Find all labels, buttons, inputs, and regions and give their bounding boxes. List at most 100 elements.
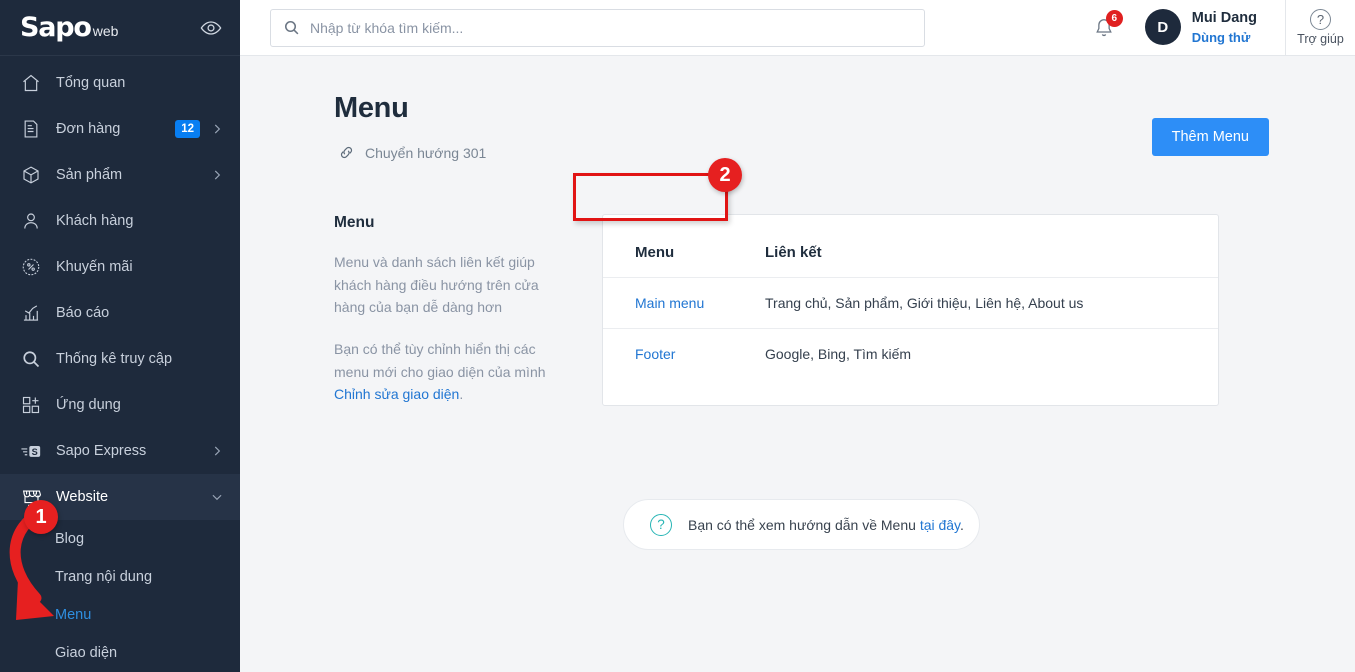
edit-theme-link[interactable]: Chỉnh sửa giao diện (334, 386, 459, 402)
avatar: D (1144, 9, 1181, 46)
user-icon (20, 210, 42, 232)
discount-icon (20, 256, 42, 278)
search-icon (283, 19, 300, 36)
table-cell-links: Trang chủ, Sản phẩm, Giới thiệu, Liên hệ… (765, 277, 1218, 329)
express-icon: S (20, 440, 42, 462)
sidebar-subitem-label: Blog (55, 531, 85, 547)
box-icon (20, 164, 42, 186)
notifications-button[interactable]: 6 (1093, 9, 1123, 39)
sidebar-item-label: Sản phẩm (56, 167, 123, 183)
notifications-count-badge: 6 (1105, 9, 1123, 27)
sidebar: Sapo web Tổng quan Đơn hàng 12 Sản phẩm … (0, 0, 240, 672)
bar-chart-icon (20, 302, 42, 324)
panel-description: Menu Menu và danh sách liên kết giúp khá… (334, 214, 602, 406)
menu-link-main-menu[interactable]: Main menu (635, 295, 704, 311)
apps-plus-icon (20, 394, 42, 416)
eye-icon[interactable] (200, 17, 222, 39)
table-header-menu: Menu (603, 215, 765, 278)
help-hint-text: Bạn có thể xem hướng dẫn về Menu tại đây… (688, 517, 964, 533)
sidebar-item-ung-dung[interactable]: Ứng dụng (0, 382, 240, 428)
help-hint-card: ? Bạn có thể xem hướng dẫn về Menu tại đ… (623, 499, 980, 550)
sidebar-item-label: Đơn hàng (56, 121, 121, 137)
sidebar-item-label: Tổng quan (56, 75, 126, 91)
table-cell-menu: Main menu (603, 277, 765, 329)
help-hint-link[interactable]: tại đây (920, 517, 960, 533)
redirect-301-label: Chuyển hướng 301 (365, 144, 487, 161)
page-content: Menu Chuyển hướng 301 Thêm Menu Menu Men… (240, 56, 1355, 672)
svg-text:S: S (32, 447, 38, 457)
menu-table: Menu Liên kết Main menu Trang chủ, Sản p… (603, 215, 1218, 379)
sidebar-subitem-menu[interactable]: Menu (0, 596, 240, 634)
sidebar-item-don-hang[interactable]: Đơn hàng 12 (0, 106, 240, 152)
sidebar-item-label: Ứng dụng (56, 397, 121, 413)
sidebar-subitem-label: Giao diện (55, 645, 118, 661)
chevron-right-icon (210, 444, 224, 458)
chevron-down-icon (210, 490, 224, 504)
help-button[interactable]: ? Trợ giúp (1285, 0, 1355, 56)
panel-paragraph-1: Menu và danh sách liên kết giúp khách hà… (334, 254, 539, 316)
brand-logo[interactable]: Sapo web (20, 14, 118, 41)
sidebar-item-label: Website (56, 489, 109, 505)
table-cell-links: Google, Bing, Tìm kiếm (765, 346, 912, 362)
sidebar-nav: Tổng quan Đơn hàng 12 Sản phẩm Khách hàn… (0, 56, 240, 672)
sidebar-item-khach-hang[interactable]: Khách hàng (0, 198, 240, 244)
sidebar-item-san-pham[interactable]: Sản phẩm (0, 152, 240, 198)
panel-paragraph-2: Bạn có thể tùy chỉnh hiển thị các menu m… (334, 338, 572, 406)
link-icon (338, 144, 355, 161)
sidebar-item-label: Khách hàng (56, 213, 134, 229)
redirect-301-link[interactable]: Chuyển hướng 301 (334, 139, 492, 166)
panel-paragraph-2-pre: Bạn có thể tùy chỉnh hiển thị các menu m… (334, 341, 546, 380)
table-header-links: Liên kết (765, 215, 1218, 278)
home-icon (20, 72, 42, 94)
menu-panel: Menu Menu và danh sách liên kết giúp khá… (334, 214, 1269, 407)
chevron-right-icon (210, 168, 224, 182)
app-root: Sapo web Tổng quan Đơn hàng 12 Sản phẩm … (0, 0, 1355, 672)
sidebar-subitem-label: Trang nội dung (55, 569, 153, 585)
sidebar-logo-bar: Sapo web (0, 0, 240, 56)
table-row: Main menu Trang chủ, Sản phẩm, Giới thiệ… (603, 277, 1218, 329)
page-title: Menu (334, 92, 409, 124)
panel-paragraph-2-post: . (459, 386, 464, 403)
panel-heading: Menu (334, 214, 375, 231)
sidebar-item-bao-cao[interactable]: Báo cáo (0, 290, 240, 336)
add-menu-button[interactable]: Thêm Menu (1151, 118, 1269, 156)
table-body: Main menu Trang chủ, Sản phẩm, Giới thiệ… (603, 277, 1218, 380)
sidebar-item-label: Báo cáo (56, 305, 110, 321)
help-label: Trợ giúp (1297, 32, 1344, 46)
question-circle-icon: ? (650, 513, 672, 536)
chevron-right-icon (210, 122, 224, 136)
sidebar-item-khuyen-mai[interactable]: Khuyến mãi (0, 244, 240, 290)
user-plan-label: Dùng thử (1191, 29, 1251, 45)
orders-count-badge: 12 (175, 119, 200, 139)
topbar: 6 D Mui Dang Dùng thử ? Trợ giúp (240, 0, 1355, 56)
sidebar-item-label: Sapo Express (56, 443, 147, 459)
annotation-step-1: 1 (24, 500, 58, 534)
logo-text-main: Sapo (20, 12, 92, 43)
help-hint-text-post: . (960, 516, 964, 533)
sidebar-item-tong-quan[interactable]: Tổng quan (0, 60, 240, 106)
sidebar-subitem-label: Menu (55, 607, 92, 623)
table-head: Menu Liên kết (603, 215, 1218, 278)
search-icon (20, 348, 42, 370)
table-header-row: Menu Liên kết (603, 215, 1218, 278)
search-input[interactable] (310, 19, 912, 36)
sidebar-item-sapo-express[interactable]: S Sapo Express (0, 428, 240, 474)
menu-table-card: Menu Liên kết Main menu Trang chủ, Sản p… (602, 214, 1219, 407)
sidebar-item-thong-ke-truy-cap[interactable]: Thống kê truy cập (0, 336, 240, 382)
user-name: Mui Dang (1191, 9, 1257, 26)
topbar-right: 6 D Mui Dang Dùng thử ? Trợ giúp (1093, 0, 1355, 56)
user-menu[interactable]: D Mui Dang Dùng thử (1144, 9, 1257, 46)
sidebar-subitem-giao-dien[interactable]: Giao diện (0, 634, 240, 672)
invoice-icon (20, 118, 42, 140)
question-circle-icon: ? (1310, 9, 1331, 30)
annotation-step-2: 2 (708, 158, 742, 192)
table-row: Footer Google, Bing, Tìm kiếm (603, 329, 1218, 380)
main-area: 6 D Mui Dang Dùng thử ? Trợ giúp Menu (240, 0, 1355, 672)
menu-link-footer[interactable]: Footer (635, 346, 675, 362)
table-cell-menu: Footer (603, 329, 765, 380)
sidebar-item-label: Thống kê truy cập (56, 351, 173, 367)
sidebar-subitem-trang-noi-dung[interactable]: Trang nội dung (0, 558, 240, 596)
sidebar-item-label: Khuyến mãi (56, 259, 133, 275)
search-box[interactable] (270, 8, 925, 47)
help-hint-text-pre: Bạn có thể xem hướng dẫn về Menu (688, 516, 920, 533)
